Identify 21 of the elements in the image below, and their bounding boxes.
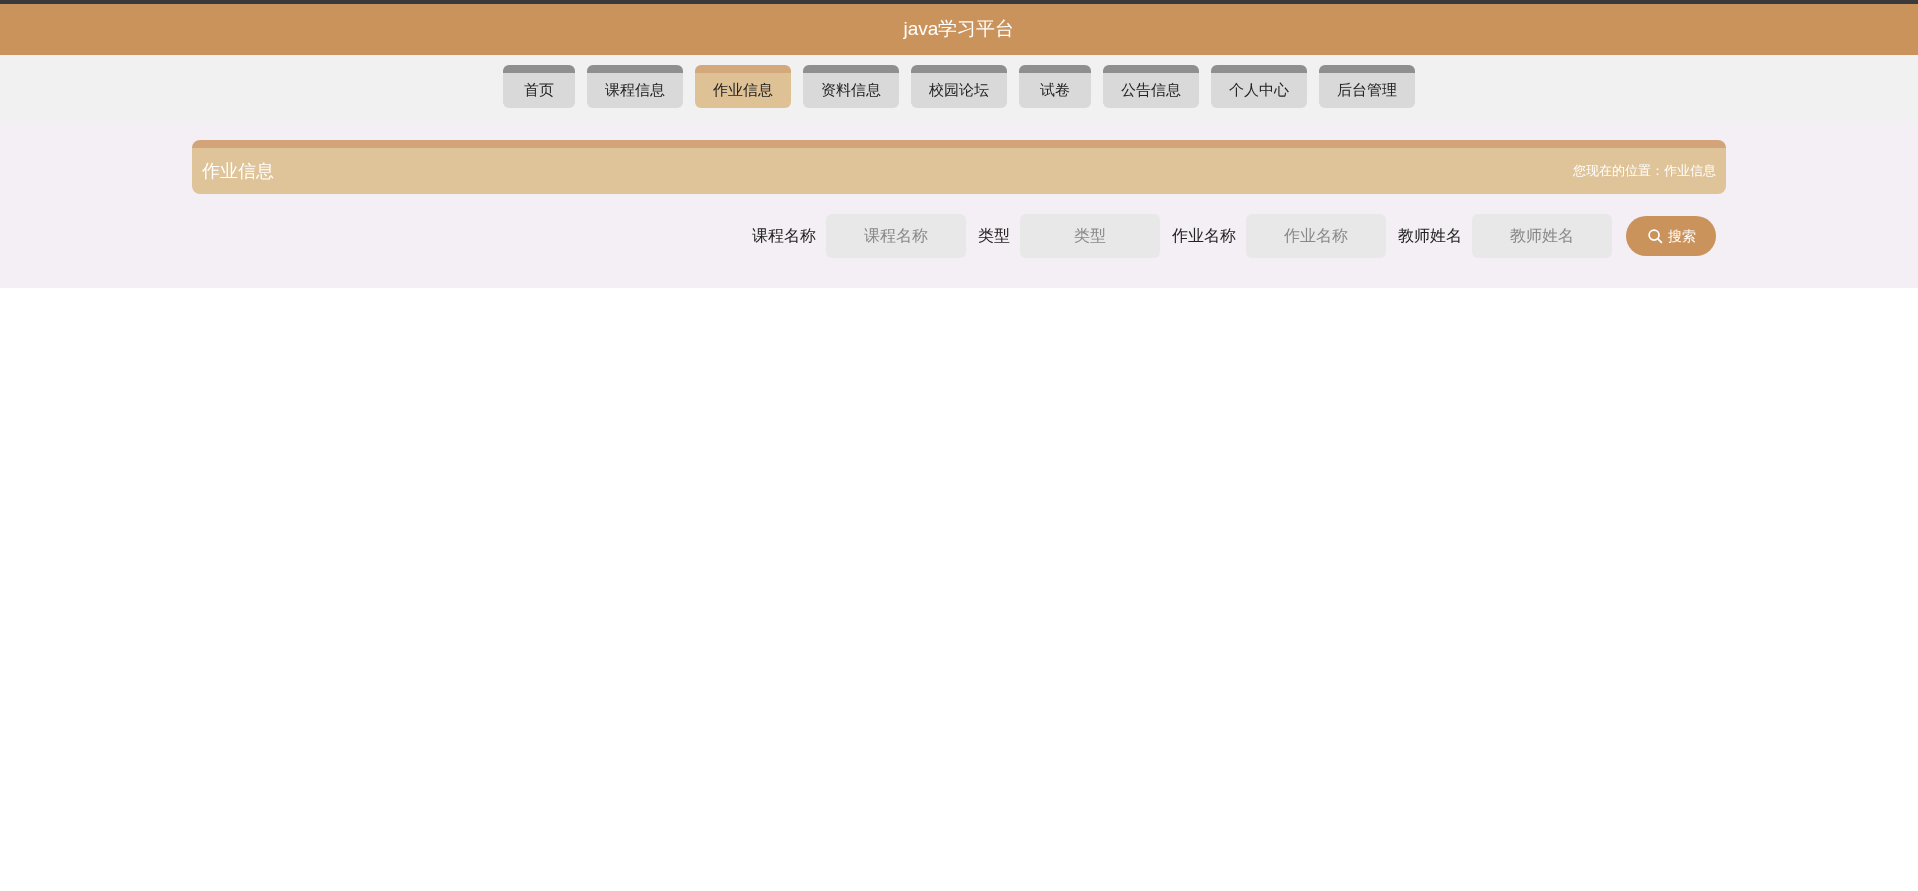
nav-tab[interactable]: 首页 bbox=[503, 65, 575, 108]
site-title: java学习平台 bbox=[903, 17, 1015, 42]
filter-label: 课程名称 bbox=[752, 226, 816, 246]
nav-tab[interactable]: 公告信息 bbox=[1103, 65, 1199, 108]
nav-tab[interactable]: 后台管理 bbox=[1319, 65, 1415, 108]
nav-tab[interactable]: 资料信息 bbox=[803, 65, 899, 108]
nav-tab[interactable]: 课程信息 bbox=[587, 65, 683, 108]
nav-tab[interactable]: 作业信息 bbox=[695, 65, 791, 108]
filter-field[interactable]: 课程名称 bbox=[826, 214, 966, 258]
search-icon bbox=[1646, 227, 1664, 245]
filter-field[interactable]: 类型 bbox=[1020, 214, 1160, 258]
filter-label: 作业名称 bbox=[1172, 226, 1236, 246]
filter-field[interactable]: 作业名称 bbox=[1246, 214, 1386, 258]
breadcrumb: 您现在的位置：作业信息 bbox=[1573, 162, 1716, 181]
panel-title: 作业信息 bbox=[202, 159, 274, 183]
filter-label: 教师姓名 bbox=[1398, 226, 1462, 246]
nav-tab[interactable]: 个人中心 bbox=[1211, 65, 1307, 108]
nav-tab[interactable]: 校园论坛 bbox=[911, 65, 1007, 108]
nav-tab[interactable]: 试卷 bbox=[1019, 65, 1091, 108]
filter-label: 类型 bbox=[978, 226, 1010, 246]
filter-field[interactable]: 教师姓名 bbox=[1472, 214, 1612, 258]
